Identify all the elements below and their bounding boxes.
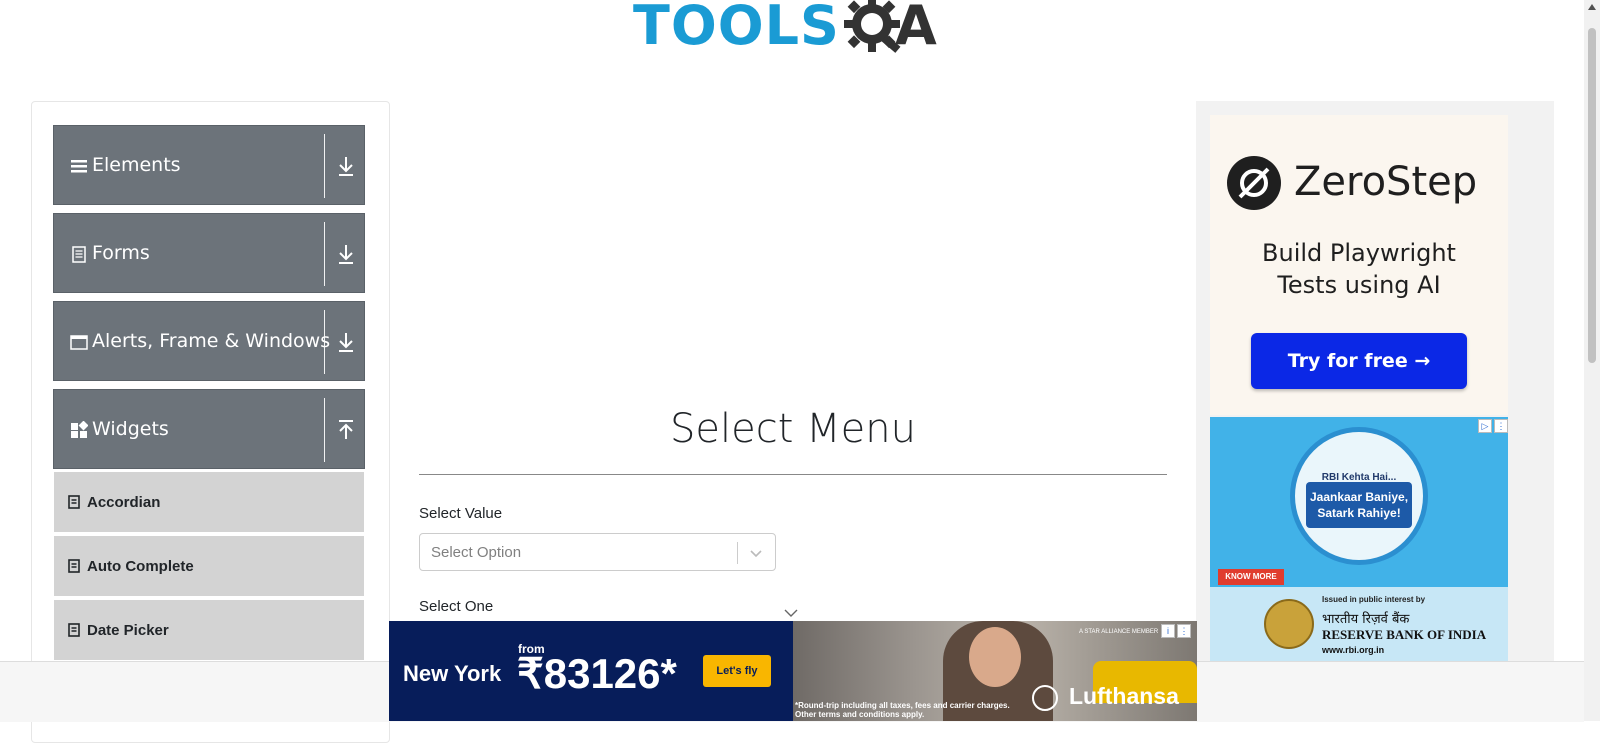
widgets-icon — [71, 421, 88, 438]
upload-arrow-icon[interactable] — [336, 418, 356, 442]
rbi-name-hindi: भारतीय रिज़र्व बैंक — [1322, 612, 1410, 627]
sidebar-group-label: Alerts, Frame & Windows — [92, 330, 331, 352]
sidebar-group-label: Forms — [92, 242, 150, 264]
lets-fly-button[interactable]: Let's fly — [703, 655, 771, 687]
person-face — [969, 627, 1021, 687]
toolsqa-logo[interactable]: TOOLS A — [633, 0, 963, 68]
title-divider — [419, 474, 1167, 475]
banner-fine-print: *Round-trip including all taxes, fees an… — [795, 701, 1010, 719]
rbi-slogan: Jaankaar Baniye, Satark Rahiye! — [1306, 482, 1412, 528]
banner-brand: Lufthansa — [1069, 683, 1179, 709]
sidebar-item-accordian[interactable]: Accordian — [54, 472, 364, 534]
sidebar-group-widgets[interactable]: Widgets — [53, 389, 365, 469]
select-value-dropdown[interactable]: Select Option — [419, 533, 776, 571]
rbi-seal-icon — [1264, 599, 1314, 649]
divider — [324, 310, 325, 374]
dropdown-separator — [737, 542, 738, 564]
download-arrow-icon[interactable] — [336, 242, 356, 266]
left-sidebar: Elements Forms Alerts, Frame & Windows W… — [31, 101, 390, 743]
zerostep-logo-icon — [1227, 156, 1281, 210]
chevron-down-icon[interactable] — [749, 546, 763, 560]
rbi-slogan-line2: Satark Rahiye! — [1317, 506, 1401, 520]
ad-menu-icon[interactable]: ⋮ — [1494, 419, 1508, 433]
sidebar-group-label: Widgets — [92, 418, 169, 440]
sidebar-group-elements[interactable]: Elements — [53, 125, 365, 205]
rbi-issued-text: Issued in public interest by — [1322, 595, 1426, 604]
chevron-down-icon[interactable] — [783, 607, 799, 619]
list-item-icon — [68, 623, 80, 637]
banner-alliance: A STAR ALLIANCE MEMBER — [1079, 629, 1159, 635]
rbi-url: www.rbi.org.in — [1322, 645, 1385, 655]
window-icon — [70, 335, 88, 350]
sidebar-item-label: Accordian — [87, 494, 161, 511]
ad-brand: ZeroStep — [1294, 159, 1478, 205]
download-arrow-icon[interactable] — [336, 330, 356, 354]
adchoices-icon[interactable]: i — [1161, 624, 1175, 638]
select-value-label: Select Value — [419, 505, 503, 522]
divider — [324, 222, 325, 286]
banner-city: New York — [403, 661, 502, 686]
banner-fine-line1: *Round-trip including all taxes, fees an… — [795, 701, 1010, 710]
download-arrow-icon[interactable] — [336, 154, 356, 178]
sidebar-group-forms[interactable]: Forms — [53, 213, 365, 293]
logo-text-tools: TOOLS — [633, 0, 840, 57]
adchoices-icon[interactable]: ▷ — [1478, 419, 1492, 433]
divider — [324, 398, 325, 462]
lufthansa-crane-icon — [1032, 685, 1058, 711]
ad-tagline-line2: Tests using AI — [1277, 271, 1441, 299]
banner-fine-line2: Other terms and conditions apply. — [795, 710, 925, 719]
page-scrollbar[interactable] — [1584, 0, 1600, 721]
list-item-icon — [68, 559, 80, 573]
select-placeholder: Select Option — [431, 544, 522, 561]
logo-text-a: A — [895, 0, 937, 57]
zerostep-ad[interactable]: ZeroStep Build Playwright Tests using AI… — [1210, 115, 1508, 415]
lufthansa-banner-ad[interactable]: from New York ₹83126* Let's fly A STAR A… — [389, 621, 1197, 721]
sidebar-item-date-picker[interactable]: Date Picker — [54, 600, 364, 662]
sidebar-item-label: Date Picker — [87, 622, 169, 639]
ad-tagline: Build Playwright Tests using AI — [1210, 237, 1508, 301]
rbi-slogan-line1: Jaankaar Baniye, — [1309, 490, 1409, 504]
right-advertisement: ZeroStep Build Playwright Tests using AI… — [1196, 101, 1554, 721]
ad-tagline-line1: Build Playwright — [1262, 239, 1456, 267]
hamburger-icon — [71, 160, 87, 173]
page-title: Select Menu — [670, 406, 916, 452]
sidebar-item-auto-complete[interactable]: Auto Complete — [54, 536, 364, 598]
scroll-up-arrow-icon[interactable] — [1588, 4, 1596, 10]
divider — [324, 134, 325, 198]
try-for-free-button[interactable]: Try for free → — [1251, 333, 1467, 389]
banner-price: ₹83126* — [517, 650, 677, 697]
select-one-label: Select One — [419, 598, 494, 615]
ad-menu-icon[interactable]: ⋮ — [1177, 624, 1191, 638]
sidebar-group-label: Elements — [92, 154, 181, 176]
sidebar-group-alerts[interactable]: Alerts, Frame & Windows — [53, 301, 365, 381]
sidebar-item-label: Auto Complete — [87, 558, 194, 575]
know-more-button[interactable]: KNOW MORE — [1218, 569, 1284, 585]
rbi-name-english: RESERVE BANK OF INDIA — [1322, 627, 1487, 642]
document-icon — [72, 246, 86, 263]
list-item-icon — [68, 495, 80, 509]
scrollbar-thumb[interactable] — [1588, 28, 1596, 363]
